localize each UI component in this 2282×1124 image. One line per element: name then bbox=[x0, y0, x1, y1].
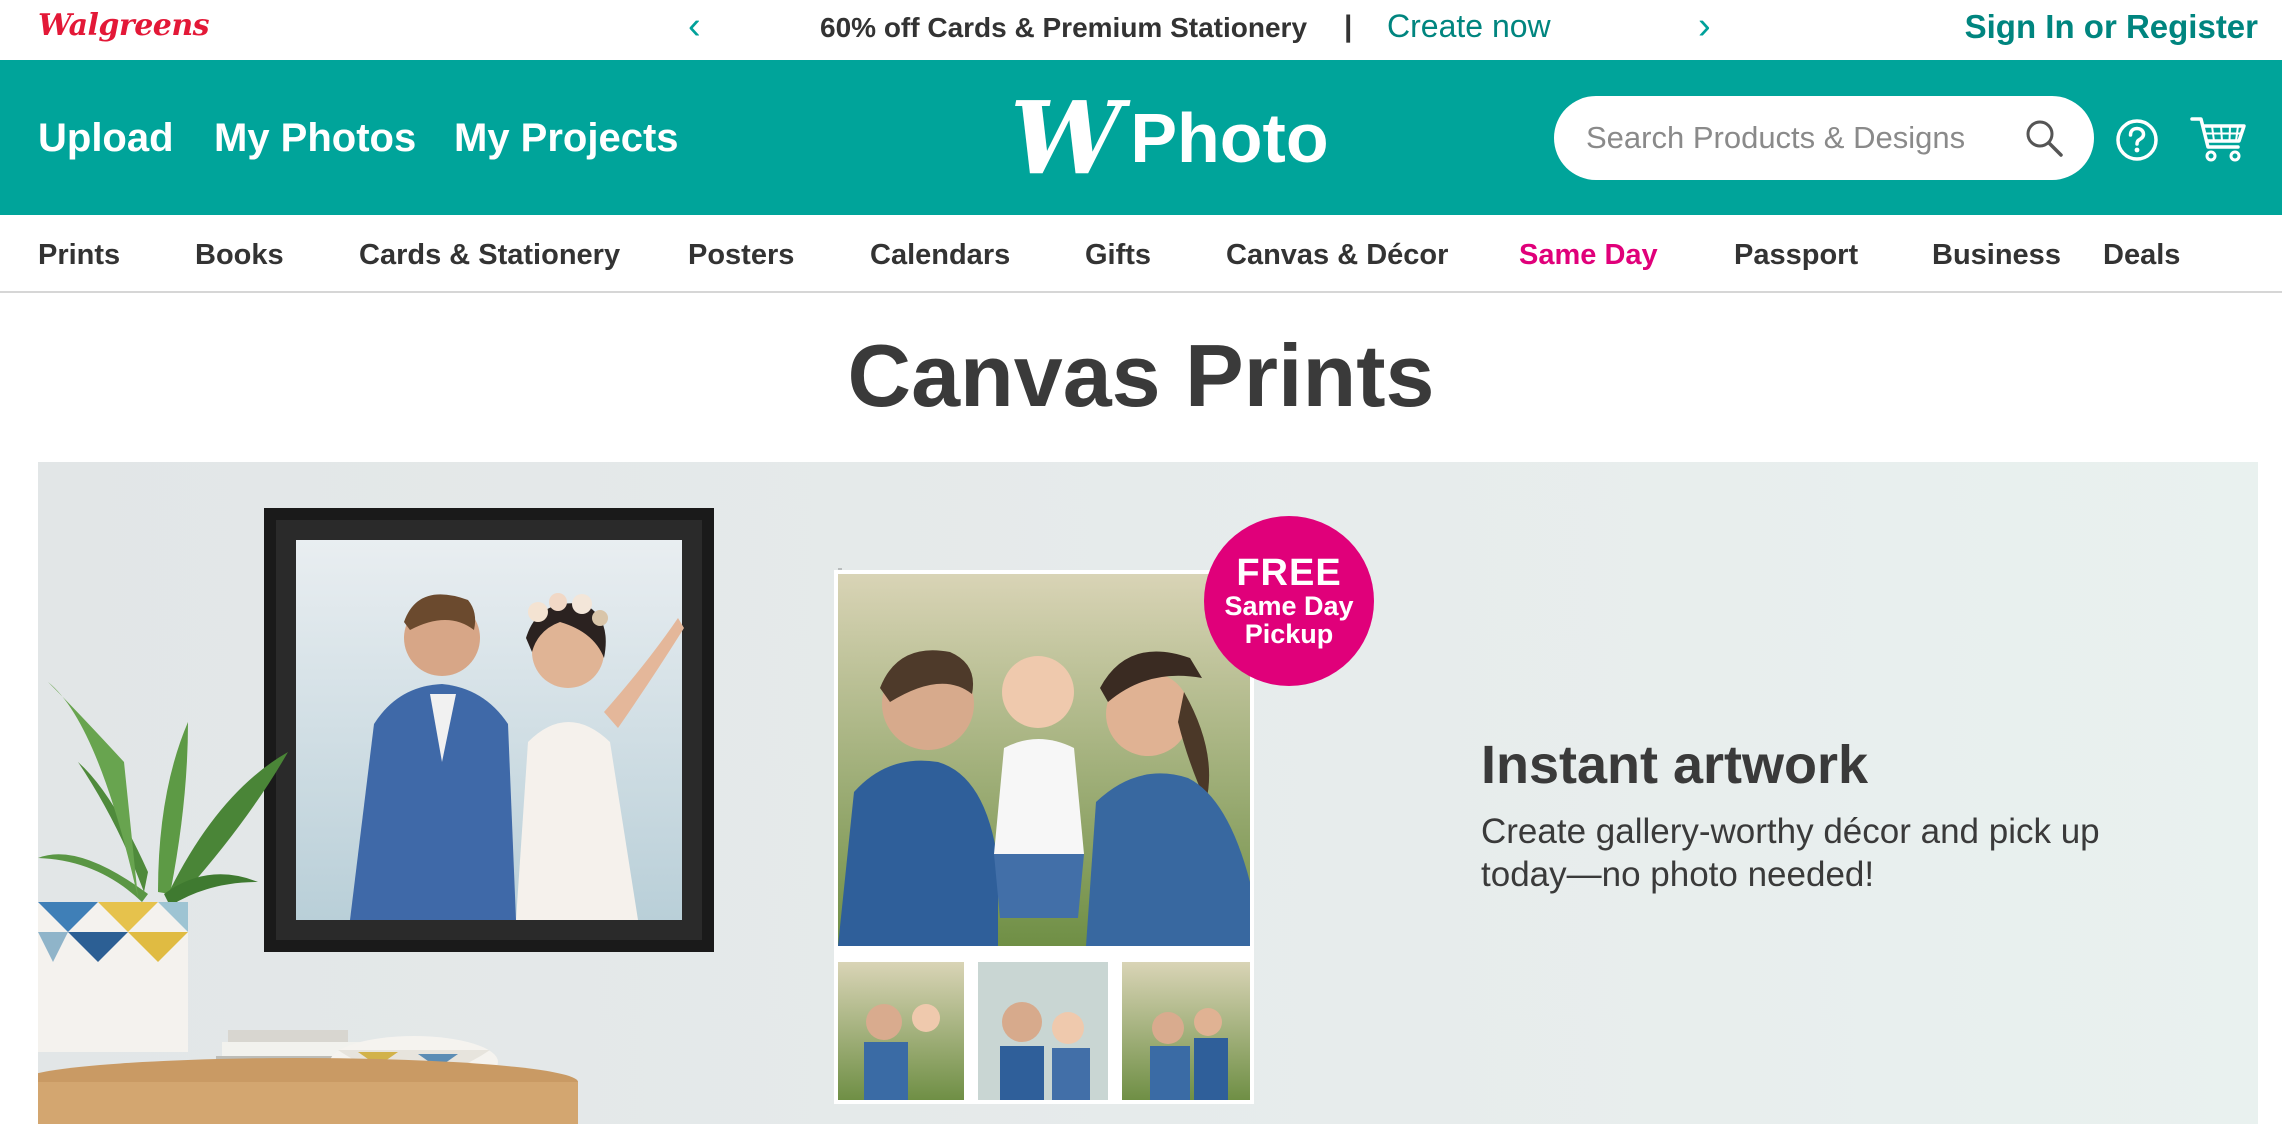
category-canvas-decor[interactable]: Canvas & Décor bbox=[1226, 239, 1448, 272]
search-input[interactable] bbox=[1584, 119, 2024, 157]
hero-heading: Instant artwork bbox=[1481, 735, 1869, 795]
nav-upload-link[interactable]: Upload bbox=[38, 116, 174, 161]
badge-line-pickup: Pickup bbox=[1244, 619, 1334, 649]
hero-scene-image bbox=[38, 462, 2258, 1124]
hero-banner[interactable]: FREE Same Day Pickup Instant artwork Cre… bbox=[38, 462, 2258, 1124]
category-prints[interactable]: Prints bbox=[38, 239, 120, 272]
nav-my-projects-link[interactable]: My Projects bbox=[454, 116, 679, 161]
brand-w-mark: W bbox=[1010, 79, 1123, 197]
badge-line-free: FREE bbox=[1236, 552, 1342, 594]
sign-in-register-link[interactable]: Sign In or Register bbox=[1965, 8, 2258, 46]
promo-bar: Walgreens ‹ 60% off Cards & Premium Stat… bbox=[0, 0, 2282, 60]
page-title: Canvas Prints bbox=[847, 326, 1435, 425]
category-passport[interactable]: Passport bbox=[1734, 239, 1858, 272]
free-same-day-pickup-badge: FREE Same Day Pickup bbox=[1204, 516, 1374, 686]
main-header: Upload My Photos My Projects W Photo bbox=[0, 60, 2282, 215]
badge-line-same-day: Same Day bbox=[1224, 591, 1354, 621]
promo-next-arrow-icon[interactable]: › bbox=[1698, 2, 1711, 50]
nav-my-photos-link[interactable]: My Photos bbox=[214, 116, 416, 161]
hero-subtext: Create gallery-worthy décor and pick up … bbox=[1481, 812, 2100, 894]
cart-icon[interactable] bbox=[2190, 114, 2248, 164]
promo-message: 60% off Cards & Premium Stationery bbox=[820, 12, 1308, 43]
brand-text: Photo bbox=[1130, 99, 1329, 177]
promo-create-now-link[interactable]: Create now bbox=[1387, 8, 1551, 45]
help-icon[interactable] bbox=[2115, 118, 2159, 162]
walgreens-logo[interactable]: Walgreens bbox=[38, 8, 210, 43]
promo-separator: | bbox=[1344, 10, 1353, 43]
category-cards-stationery[interactable]: Cards & Stationery bbox=[359, 239, 620, 272]
category-posters[interactable]: Posters bbox=[688, 239, 794, 272]
search-icon[interactable] bbox=[2024, 118, 2064, 158]
category-business[interactable]: Business bbox=[1932, 239, 2061, 272]
promo-prev-arrow-icon[interactable]: ‹ bbox=[688, 2, 701, 50]
category-nav: Prints Books Cards & Stationery Posters … bbox=[0, 215, 2282, 293]
category-gifts[interactable]: Gifts bbox=[1085, 239, 1151, 272]
category-calendars[interactable]: Calendars bbox=[870, 239, 1010, 272]
category-books[interactable]: Books bbox=[195, 239, 284, 272]
walgreens-photo-logo[interactable]: W Photo bbox=[1010, 88, 1329, 188]
category-deals[interactable]: Deals bbox=[2103, 239, 2180, 272]
search-box bbox=[1554, 96, 2094, 180]
category-same-day[interactable]: Same Day bbox=[1519, 239, 1658, 272]
